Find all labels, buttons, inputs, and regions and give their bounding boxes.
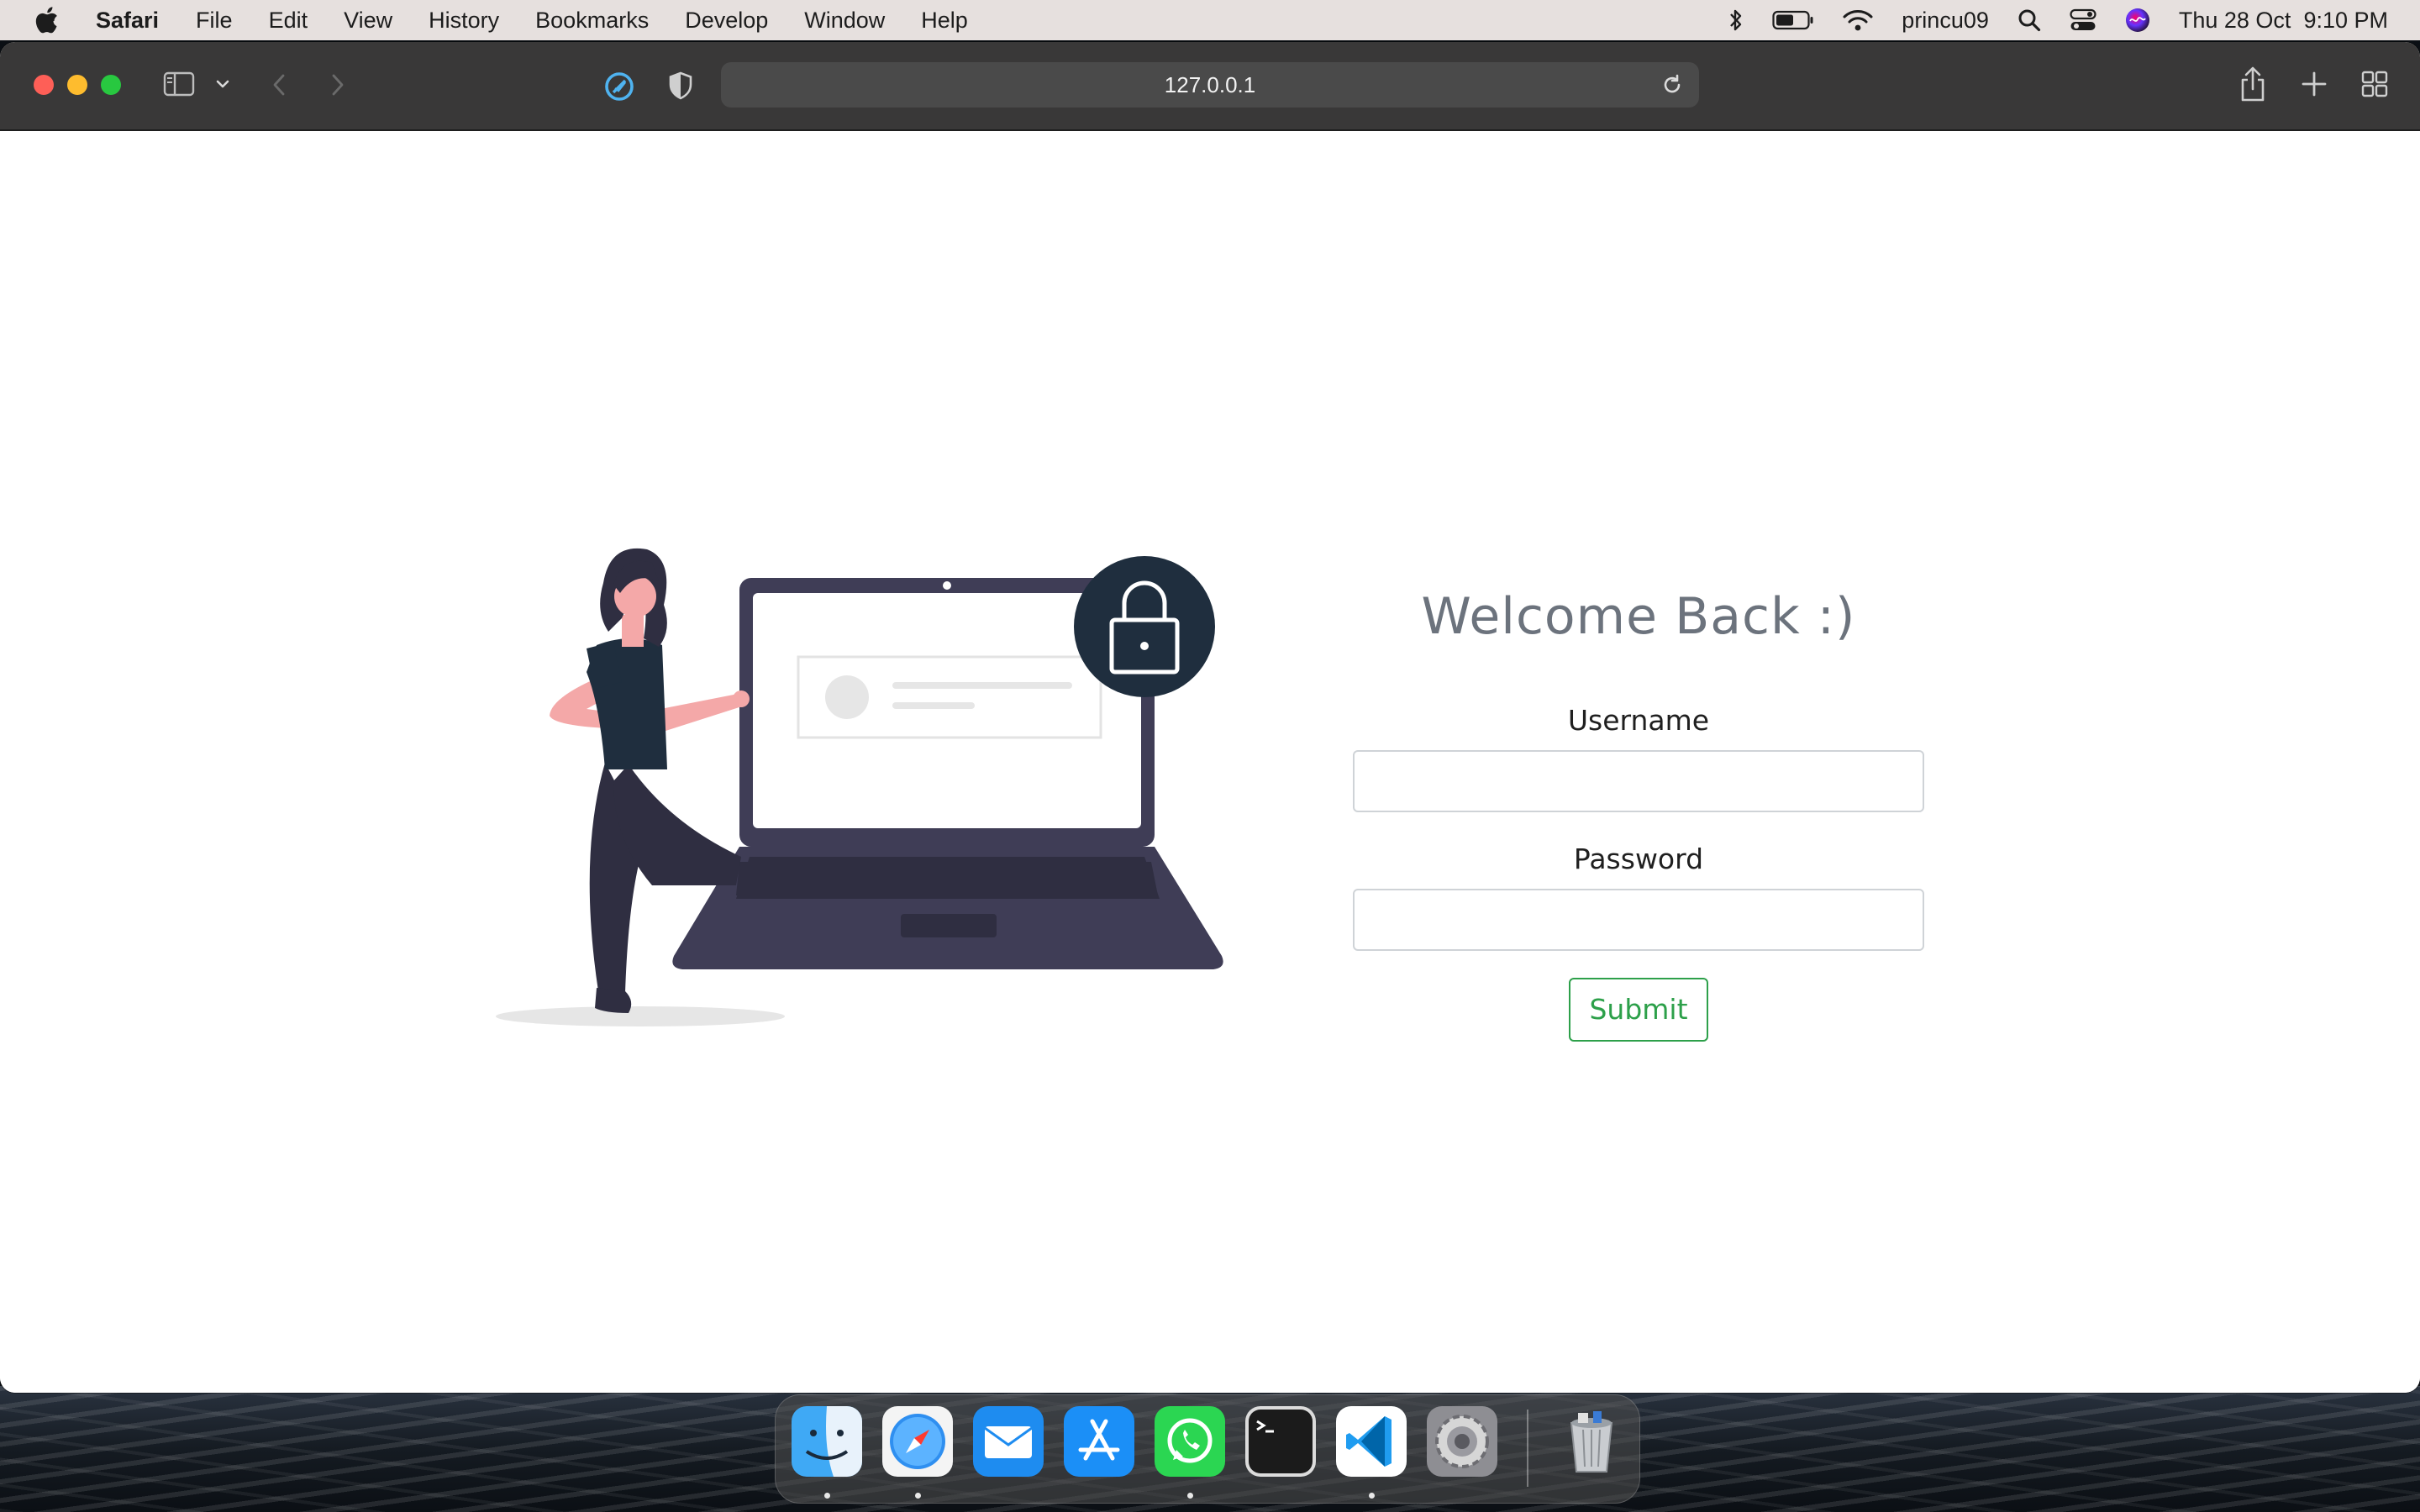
menu-app-name[interactable]: Safari [96,8,159,34]
wifi-icon[interactable] [1843,9,1873,31]
whatsapp-running-indicator [1187,1493,1193,1499]
app-store-icon[interactable] [1064,1406,1134,1477]
login-form: Welcome Back :) Username Password Submit [1353,585,1924,1042]
bluetooth-icon[interactable] [1728,8,1744,32]
new-tab-icon[interactable] [2301,71,2328,97]
sidebar-toggle-icon[interactable] [163,71,195,97]
browser-toolbar: 127.0.0.1 [0,42,2420,131]
page-title: Welcome Back :) [1421,587,1856,646]
forward-icon[interactable] [329,72,346,97]
battery-icon[interactable] [1772,10,1814,30]
menu-file[interactable]: File [196,8,233,34]
control-center-icon[interactable] [2070,8,2096,32]
fullscreen-window-button[interactable] [101,75,121,95]
share-icon[interactable] [2238,66,2267,102]
password-label: Password [1573,843,1704,875]
close-window-button[interactable] [34,75,54,95]
extension-blocker-icon[interactable] [603,71,635,102]
finder-icon[interactable] [792,1406,862,1477]
url-text: 127.0.0.1 [1164,71,1256,97]
system-preferences-icon[interactable] [1427,1406,1497,1477]
password-input[interactable] [1353,889,1924,951]
finder-running-indicator [824,1493,830,1499]
mail-icon[interactable] [973,1406,1044,1477]
safari-window: 127.0.0.1 Welcome Back:) Username Passw… [0,42,2420,1393]
minimize-window-button[interactable] [67,75,87,95]
menubar-username[interactable]: princu09 [1902,8,1989,34]
vscode-running-indicator [1369,1493,1375,1499]
menu-edit[interactable]: Edit [269,8,308,34]
back-icon[interactable] [271,72,287,97]
dock [775,1394,1640,1504]
username-label: Username [1567,704,1710,737]
menu-window[interactable]: Window [804,8,885,34]
menu-bar: Safari File Edit View History Bookmarks … [0,0,2420,40]
menu-develop[interactable]: Develop [685,8,768,34]
safari-icon[interactable] [882,1406,953,1477]
spotlight-search-icon[interactable] [2018,8,2041,32]
chevron-down-icon[interactable] [215,76,230,92]
menu-view[interactable]: View [344,8,392,34]
login-illustration [496,548,1223,1026]
safari-running-indicator [915,1493,921,1499]
siri-icon[interactable] [2125,8,2150,33]
vscode-icon[interactable] [1336,1406,1407,1477]
menubar-clock[interactable]: Thu 28 Oct 9:10 PM [2179,8,2388,34]
menu-help[interactable]: Help [921,8,968,34]
reload-icon[interactable] [1660,73,1684,102]
web-page: Welcome Back :) Username Password Submit [0,131,2420,1393]
menu-bookmarks[interactable]: Bookmarks [535,8,649,34]
privacy-shield-icon[interactable] [667,71,694,101]
address-bar[interactable]: 127.0.0.1 [721,62,1699,108]
submit-button[interactable]: Submit [1569,978,1708,1042]
terminal-icon[interactable] [1245,1406,1316,1477]
username-input[interactable] [1353,750,1924,812]
trash-icon[interactable] [1556,1406,1627,1477]
tab-overview-icon[interactable] [2361,71,2388,97]
menu-history[interactable]: History [429,8,499,34]
apple-menu-icon[interactable] [34,6,62,34]
whatsapp-icon[interactable] [1155,1406,1225,1477]
dock-separator [1527,1410,1528,1487]
